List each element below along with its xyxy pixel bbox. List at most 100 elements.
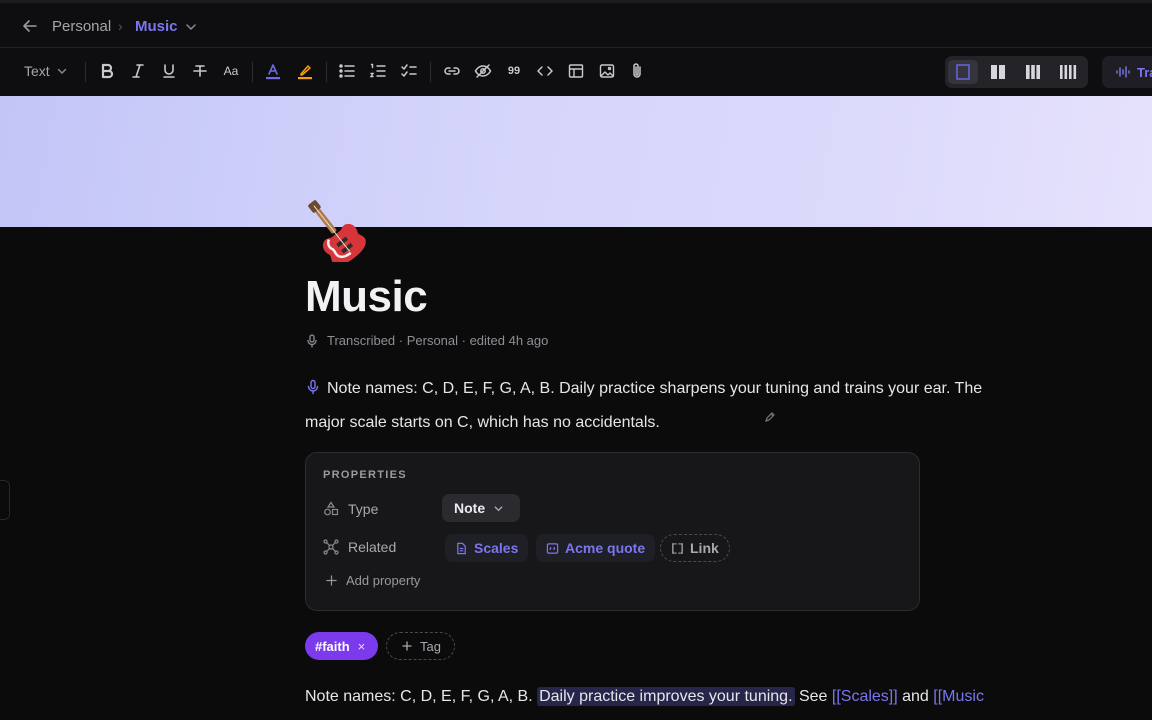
code-button[interactable] [534,60,556,82]
breadcrumb-current[interactable]: Music [135,18,178,35]
code-icon [537,66,553,76]
add-property-label: Add property [346,573,421,588]
body-text: See [794,688,832,705]
brackets-icon [672,542,683,554]
top-bar: Personal › Music [0,0,1152,48]
checklist-button[interactable] [398,60,420,82]
paragraph-text: Note names: C, D, E, F, G, A, B. Daily p… [305,380,983,431]
font-size-button[interactable]: Aa [220,60,242,82]
breadcrumb-separator: › [118,18,123,34]
text-style-select[interactable]: Text [24,63,50,79]
transcribe-button[interactable]: Tra [1102,56,1152,88]
related-chip-scales[interactable]: Scales [445,534,529,562]
toolbar-divider [430,62,431,82]
bold-icon [101,63,114,79]
tag-label: #faith [315,638,350,654]
bullet-list-button[interactable] [336,60,358,82]
body-text: and [897,688,934,705]
page-title[interactable]: Music [305,272,428,322]
close-icon[interactable]: × [358,639,366,654]
text-color-icon [266,64,280,80]
add-tag-button[interactable]: Tag [386,632,455,660]
layout-three-column-button[interactable] [1018,60,1048,84]
image-button[interactable] [596,60,618,82]
graph-nodes-icon [323,539,339,555]
plus-icon [402,641,412,651]
related-chip-acme-quote[interactable]: Acme quote [536,534,656,562]
highlighted-text: Daily practice improves your tuning. [537,687,795,706]
type-value: Note [454,500,486,516]
related-chip-label: Acme quote [565,540,646,556]
checklist-icon [401,64,417,77]
chevron-down-icon[interactable] [184,20,198,34]
link-button[interactable] [441,60,463,82]
plus-icon [326,575,337,586]
sidebar-collapsed-handle[interactable] [0,480,10,520]
column-layout-switcher [945,56,1088,88]
quote-button[interactable]: 99 [503,60,525,82]
numbered-list-icon [369,63,386,78]
strikethrough-button[interactable] [189,60,211,82]
guitar-icon[interactable] [303,200,369,262]
strikethrough-icon [193,65,207,77]
table-button[interactable] [565,60,587,82]
three-column-icon [1026,65,1040,79]
shapes-icon [324,501,339,516]
text-color-button[interactable] [262,60,284,82]
italic-icon [132,64,144,78]
paperclip-icon [633,63,641,78]
meta-text: Transcribed · Personal · edited 4h ago [327,333,549,348]
layout-one-column-button[interactable] [948,60,978,84]
bullet-list-icon [339,64,355,78]
toolbar-divider [252,62,253,82]
type-label: Type [348,501,379,517]
bold-button[interactable] [96,60,118,82]
highlighter-icon [298,65,312,80]
italic-button[interactable] [127,60,149,82]
microphone-icon [307,379,319,395]
breadcrumb-parent[interactable]: Personal [52,18,111,35]
two-column-icon [991,65,1005,79]
font-size-icon: Aa [223,64,239,78]
tag-faith[interactable]: #faith × [305,632,378,660]
quote-icon: 99 [507,65,521,77]
underline-button[interactable] [158,60,180,82]
properties-heading: PROPERTIES [323,469,407,481]
body-text: Note names: C, D, E, F, G, A, B. [305,688,538,705]
chevron-down-icon [494,505,503,511]
highlight-color-button[interactable] [294,60,316,82]
link-icon [444,67,460,75]
underline-icon [163,64,175,78]
add-property-button[interactable]: Add property [326,573,420,588]
wiki-link-scales[interactable]: [[Scales]] [832,688,898,705]
page-meta: Transcribed · Personal · edited 4h ago [305,333,548,348]
layout-two-column-button[interactable] [983,60,1013,84]
add-link-button[interactable]: Link [660,534,730,562]
related-chip-label: Scales [474,540,519,556]
table-icon [568,64,584,78]
back-arrow-icon[interactable] [20,16,40,36]
four-column-icon [1060,65,1077,79]
type-select[interactable]: Note [442,494,520,522]
link-label: Link [690,540,719,556]
transcribe-label: Tra [1137,64,1152,80]
microphone-icon [307,333,317,348]
transcribed-paragraph[interactable]: Note names: C, D, E, F, G, A, B. Daily p… [305,372,1025,440]
add-tag-label: Tag [420,638,441,654]
wiki-link-music[interactable]: [[Music [933,688,984,705]
image-icon [599,64,615,78]
properties-panel: PROPERTIES Type Note Related Scales Acme… [305,452,920,611]
pencil-icon[interactable] [764,411,776,423]
waveform-icon [1116,66,1130,78]
body-paragraph[interactable]: Note names: C, D, E, F, G, A, B. Daily p… [305,684,1065,720]
toolbar-divider [326,62,327,82]
chevron-down-icon[interactable] [56,65,68,77]
document-icon [457,542,466,554]
related-label: Related [348,539,397,555]
cover-image[interactable] [0,96,1152,227]
attachment-button[interactable] [626,60,648,82]
hide-button[interactable] [472,60,494,82]
eye-off-icon [474,64,492,78]
numbered-list-button[interactable] [367,60,389,82]
layout-four-column-button[interactable] [1053,60,1083,84]
